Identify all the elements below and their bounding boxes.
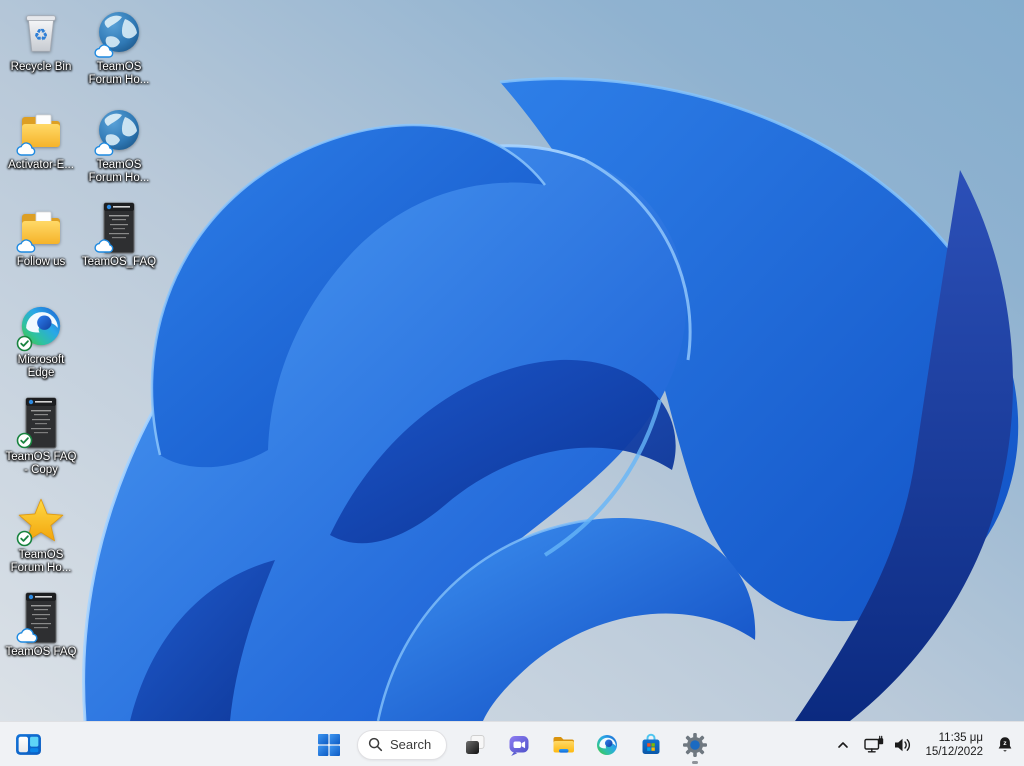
cloud-status-icon [16, 142, 36, 157]
edge-taskbar-button[interactable] [587, 725, 627, 765]
desktop-icon-label: Activator-E... [8, 159, 74, 171]
search-icon [368, 737, 383, 752]
desktop-icon-teamos-faq[interactable]: TeamOS FAQ [3, 592, 79, 659]
settings-gear-icon [683, 732, 707, 757]
file-explorer-icon [553, 737, 574, 753]
widgets-icon [15, 734, 41, 755]
cloud-status-icon [94, 239, 114, 254]
desktop-icon-label: TeamOS Forum Ho... [88, 61, 150, 86]
star-favorite-icon [15, 496, 67, 547]
network-volume-button[interactable] [858, 725, 918, 765]
chat-icon [509, 735, 529, 756]
task-view-button[interactable] [455, 725, 495, 765]
edge-icon [597, 734, 617, 755]
taskbar: Search 11:35 μμ 15/12/2022 z [0, 721, 1024, 766]
svg-text:z: z [1003, 740, 1007, 747]
desktop-icon-teamos-faq-txt[interactable]: TeamOS_FAQ [81, 202, 157, 269]
svg-text:♻: ♻ [34, 27, 49, 45]
synced-check-icon [16, 530, 33, 547]
desktop-icon-label: TeamOS FAQ - Copy [5, 451, 77, 476]
cloud-status-icon [94, 142, 114, 157]
desktop-icon-teamos-faq-copy[interactable]: TeamOS FAQ - Copy [3, 397, 79, 477]
synced-check-icon [16, 335, 33, 352]
tray-date: 15/12/2022 [925, 745, 983, 758]
desktop-icon-microsoft-edge[interactable]: Microsoft Edge [3, 301, 79, 380]
running-indicator [692, 760, 698, 764]
volume-icon [895, 738, 911, 751]
settings-button[interactable] [675, 725, 715, 765]
desktop-icon-teamos-forum-home-1[interactable]: TeamOS Forum Ho... [81, 8, 157, 87]
internet-shortcut-globe-icon [93, 106, 145, 156]
bell-do-not-disturb-icon: z [998, 736, 1012, 751]
desktop-icon-recycle-bin[interactable]: ♻ Recycle Bin [3, 8, 79, 74]
tray-chevron-button[interactable] [828, 725, 858, 765]
folder-icon [15, 106, 67, 156]
edge-browser-icon [15, 301, 67, 352]
windows-logo-icon [318, 733, 340, 756]
desktop-icon-label: Follow us [16, 256, 66, 268]
desktop-icon-activator[interactable]: Activator-E... [3, 106, 79, 172]
tray-time: 11:35 μμ [938, 731, 983, 744]
desktop-icon-follow-us[interactable]: Follow us [3, 203, 79, 269]
text-document-icon [15, 397, 67, 449]
search-label: Search [390, 737, 432, 752]
clock-button[interactable]: 11:35 μμ 15/12/2022 [918, 731, 990, 759]
desktop-icon-label: TeamOS Forum Ho... [88, 159, 150, 184]
network-ethernet-icon [864, 735, 884, 752]
chevron-up-icon [838, 741, 849, 748]
desktop-icon-label: TeamOS FAQ [5, 646, 77, 658]
store-icon [642, 733, 660, 754]
desktop-icon-label: TeamOS Forum Ho... [10, 549, 72, 574]
microsoft-store-button[interactable] [631, 725, 671, 765]
cloud-status-icon [94, 44, 114, 59]
cloud-status-icon [16, 239, 36, 254]
chat-button[interactable] [499, 725, 539, 765]
desktop: ♻ Recycle Bin TeamOS Forum Ho... Activat… [0, 0, 1024, 721]
internet-shortcut-globe-icon [93, 8, 145, 58]
recycle-bin-icon: ♻ [15, 8, 67, 58]
text-document-icon [93, 202, 145, 254]
file-explorer-button[interactable] [543, 725, 583, 765]
desktop-icon-label: TeamOS_FAQ [81, 256, 157, 268]
desktop-icon-teamos-forum-home-2[interactable]: TeamOS Forum Ho... [81, 106, 157, 185]
text-document-icon [15, 592, 67, 644]
start-button[interactable] [309, 725, 349, 765]
cloud-status-icon [16, 628, 38, 644]
notification-bell-button[interactable]: z [990, 725, 1020, 765]
desktop-icon-label: Recycle Bin [10, 61, 72, 73]
desktop-icon-label: Microsoft Edge [17, 354, 65, 379]
desktop-icon-teamos-forum-home-star[interactable]: TeamOS Forum Ho... [3, 496, 79, 575]
windows-desktop-screen: ♻ Recycle Bin TeamOS Forum Ho... Activat… [0, 0, 1024, 766]
folder-icon [15, 203, 67, 253]
synced-check-icon [16, 432, 33, 449]
search-box[interactable]: Search [357, 729, 447, 760]
task-view-icon [466, 734, 485, 754]
widgets-button[interactable] [8, 725, 48, 765]
